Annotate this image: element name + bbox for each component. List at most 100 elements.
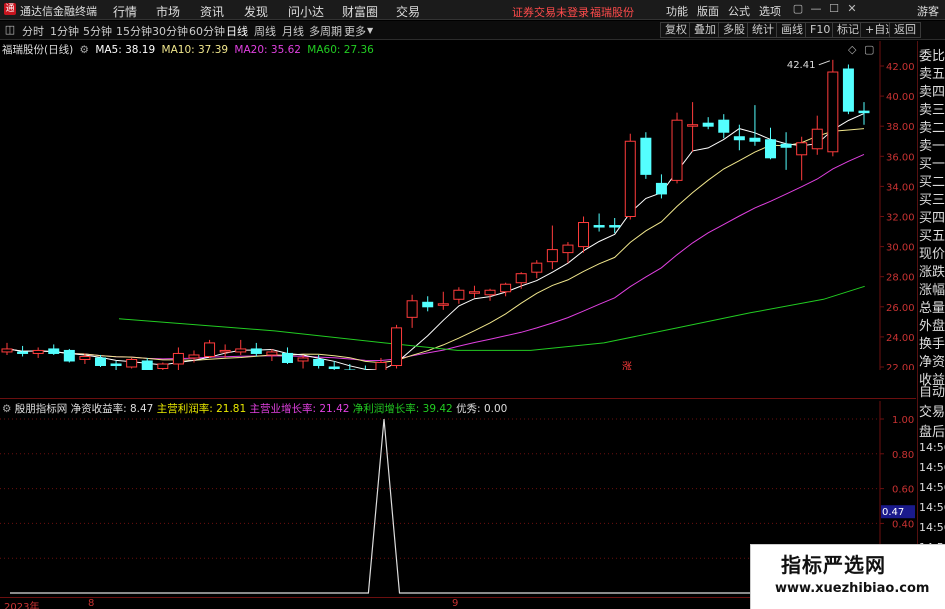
candle-body [718, 119, 730, 133]
indicator-excellent: 优秀: 0.00 [456, 403, 508, 415]
toolbar-toggle-icon[interactable]: ▢ [790, 1, 806, 17]
indicator-axis-label: 0.40 [892, 519, 914, 530]
candle-body [531, 262, 543, 273]
sidebar-field: 卖四 [919, 85, 945, 100]
ma5-label: MA5: 38.19 [95, 44, 156, 56]
candle-body [1, 348, 13, 353]
candle-body [515, 273, 527, 284]
candle-body [375, 361, 387, 370]
period-fenshi[interactable]: 分时 [22, 23, 44, 39]
menu-wenxiaoda[interactable]: 问小达 [288, 3, 324, 20]
candle-body [624, 140, 636, 217]
candle-body [32, 349, 44, 354]
candle-body [593, 225, 605, 228]
menu-gongshi[interactable]: 公式 [728, 3, 750, 19]
candle-body [640, 137, 652, 175]
candle-body [297, 357, 309, 362]
indicator-axis-label: 0.60 [892, 485, 914, 496]
candle-body [811, 128, 823, 150]
panel-toggle-icon[interactable]: ◫ [2, 22, 18, 38]
menu-banmian[interactable]: 版面 [697, 3, 719, 19]
candle-body [48, 348, 60, 354]
period-bar: ◫ 分时 1分钟 5分钟 15分钟 30分钟 60分钟 日线 周线 月线 多周期… [0, 21, 945, 40]
minimize-icon[interactable]: — [808, 1, 824, 17]
menu-zixun[interactable]: 资讯 [200, 3, 224, 20]
price-axis-label: 32.00 [886, 213, 915, 224]
candle-body [235, 348, 247, 353]
period-1min[interactable]: 1分钟 [50, 23, 79, 39]
diejia-button[interactable]: 叠加 [689, 22, 721, 38]
period-multi[interactable]: 多周期 [309, 23, 342, 39]
candle-body [250, 348, 262, 354]
menu-shichang[interactable]: 市场 [156, 3, 180, 20]
sidebar-trade-field: 14:56 [919, 441, 945, 454]
menu-gongneng[interactable]: 功能 [666, 3, 688, 19]
indicator-name: 殷朋指标网 [14, 403, 68, 415]
candle-body [422, 301, 434, 308]
indicator-axis-label: 0.80 [892, 450, 914, 461]
candle-body [702, 122, 714, 127]
app-title: 通达信金融终端 [20, 5, 97, 18]
candle-body [157, 363, 169, 370]
app-logo-icon: 通 [4, 3, 16, 15]
settings-icon[interactable]: ⚙ [80, 44, 89, 56]
more-dropdown-icon[interactable]: ▼ [367, 26, 373, 35]
period-daily[interactable]: 日线 [226, 23, 248, 39]
sidebar-field: 买五 [919, 229, 945, 244]
date-month-8: 8 [88, 598, 95, 609]
close-icon[interactable]: ✕ [844, 1, 860, 17]
sidebar-trade-field: 14:56 [919, 461, 945, 474]
candle-body [453, 289, 465, 300]
period-30min[interactable]: 30分钟 [152, 23, 188, 39]
kline-chart[interactable]: 42.00 40.00 38.00 36.00 34.00 32.00 30.00 28.00… [0, 41, 915, 370]
sidebar-field: 卖一 [919, 139, 945, 154]
period-more[interactable]: 更多 [344, 23, 366, 39]
candle-body [687, 124, 699, 127]
back-button[interactable]: 返回 [889, 22, 921, 38]
watermark-title: 指标严选网 [781, 553, 886, 577]
period-15min[interactable]: 15分钟 [116, 23, 152, 39]
stock-name-title: 福瑞股份 [590, 6, 634, 19]
high-price-mark: 42.41 [787, 60, 816, 71]
period-monthly[interactable]: 月线 [282, 23, 304, 39]
square-icon: ▢ [864, 43, 874, 56]
menu-faxian[interactable]: 发现 [244, 3, 268, 20]
date-month-9: 9 [452, 598, 459, 609]
menu-xuanxiang[interactable]: 选项 [759, 3, 781, 19]
quote-sidebar: 委比 卖五 卖四 卖三 卖二 卖一 买一 买二 买三 买四 买五 现价 涨跌 涨幅 总量 外盘 换手 净资 收益 自动… [917, 41, 945, 609]
guest-label[interactable]: 游客 [917, 3, 939, 19]
tongji-button[interactable]: 统计 [747, 22, 779, 38]
candle-body [484, 289, 496, 296]
price-axis-label: 42.00 [886, 62, 915, 73]
sidebar-trade-field: 自动 [919, 385, 945, 400]
duogu-button[interactable]: 多股 [718, 22, 750, 38]
sidebar-field: 涨幅 [919, 283, 945, 298]
candle-body [671, 119, 683, 181]
menu-caifuquan[interactable]: 财富圈 [342, 3, 378, 20]
period-60min[interactable]: 60分钟 [189, 23, 225, 39]
candle-body [500, 283, 512, 293]
sidebar-trade-field: 14:56 [919, 501, 945, 514]
price-axis-label: 30.00 [886, 243, 915, 254]
candle-body [796, 142, 808, 156]
candle-body [437, 303, 449, 306]
sidebar-field: 卖三 [919, 103, 945, 118]
candle-body [17, 351, 29, 354]
candle-body [126, 358, 138, 368]
menu-jiaoyi[interactable]: 交易 [396, 3, 420, 20]
candle-body [406, 300, 418, 318]
candle-body [578, 222, 590, 248]
huaxian-button[interactable]: 画线 [776, 22, 808, 38]
menu-hangqing[interactable]: 行情 [113, 3, 137, 20]
sidebar-field: 换手 [919, 337, 945, 352]
fuquan-button[interactable]: 复权 [660, 22, 692, 38]
period-weekly[interactable]: 周线 [254, 23, 276, 39]
f10-button[interactable]: F10 [805, 22, 836, 38]
trade-login-notice[interactable]: 证券交易未登录 [512, 4, 589, 20]
maximize-icon[interactable]: ☐ [826, 1, 842, 17]
settings-icon[interactable]: ⚙ [2, 403, 11, 415]
panel-divider[interactable] [0, 398, 916, 399]
candle-body [172, 352, 184, 365]
period-5min[interactable]: 5分钟 [83, 23, 112, 39]
sidebar-field: 现价 [919, 247, 945, 262]
